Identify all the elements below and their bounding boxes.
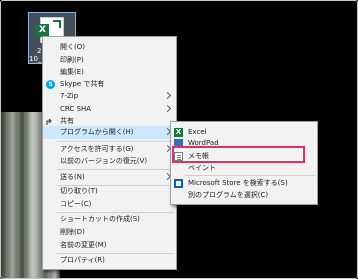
chevron-right-icon (163, 104, 172, 113)
menu-divider (57, 169, 174, 170)
menu-divider (57, 141, 174, 142)
menu-item-restore-versions[interactable]: 以前のバージョンの復元(V) (43, 155, 176, 168)
menu-item-open-with[interactable]: プログラムから開く(H) (43, 126, 176, 139)
annotation-highlight-box (172, 146, 305, 163)
menu-item-open[interactable]: 開く(O) (43, 41, 176, 54)
skype-icon: S (46, 80, 55, 89)
open-with-submenu: X Excel WordPad メモ帳 ペイント Microsoft Store… (170, 121, 318, 205)
menu-divider (185, 175, 315, 176)
menu-item-copy[interactable]: コピー(C) (43, 198, 176, 211)
menu-item-7zip[interactable]: 7-Zip (43, 90, 176, 103)
excel-icon: X (174, 128, 183, 137)
share-icon (46, 117, 55, 126)
context-menu: 開く(O) 印刷(P) 編集(E) S Skype で共有 7-Zip CRC … (42, 36, 177, 270)
menu-item-rename[interactable]: 名前の変更(M) (43, 239, 176, 252)
chevron-right-icon (163, 91, 172, 100)
submenu-item-paint[interactable]: ペイント (171, 162, 317, 175)
store-icon (174, 179, 183, 188)
menu-item-send-to[interactable]: 送る(N) (43, 171, 176, 184)
menu-item-cut[interactable]: 切り取り(T) (43, 185, 176, 198)
menu-item-delete[interactable]: 削除(D) (43, 226, 176, 239)
menu-item-properties[interactable]: プロパティ(R) (43, 254, 176, 267)
submenu-item-choose-another-app[interactable]: 別のプログラムを選択(C) (171, 189, 317, 202)
menu-item-create-shortcut[interactable]: ショートカットの作成(S) (43, 213, 176, 226)
